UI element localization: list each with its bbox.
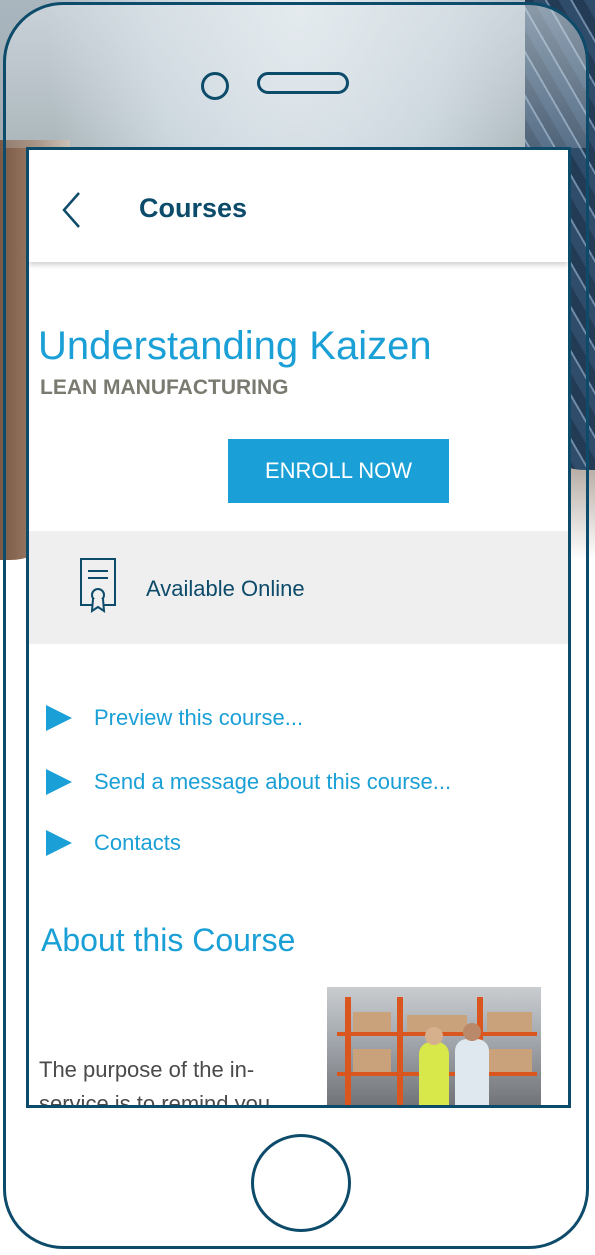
page-title: Courses	[139, 193, 248, 223]
camera-icon	[201, 72, 229, 100]
speaker-icon	[257, 72, 349, 94]
home-button[interactable]	[251, 1134, 351, 1232]
play-triangle-icon	[46, 830, 72, 856]
certificate-icon	[79, 557, 119, 615]
link-label: Preview this course...	[94, 705, 304, 730]
app-bar: Courses	[29, 150, 568, 262]
availability-text: Available Online	[146, 576, 305, 601]
course-title: Understanding Kaizen	[38, 324, 432, 368]
app-screen: Courses Understanding Kaizen LEAN MANUFA…	[26, 147, 571, 1108]
link-label: Send a message about this course...	[94, 769, 452, 794]
about-description: The purpose of the in-service is to remi…	[39, 1057, 271, 1108]
course-photo	[327, 987, 541, 1105]
enroll-now-button[interactable]: ENROLL NOW	[228, 439, 449, 503]
chevron-left-icon[interactable]	[59, 190, 89, 230]
about-section-title: About this Course	[41, 922, 296, 958]
preview-course-link[interactable]: Preview this course...	[46, 701, 303, 735]
play-triangle-icon	[46, 769, 72, 795]
play-triangle-icon	[46, 705, 72, 731]
contacts-link[interactable]: Contacts	[46, 826, 181, 860]
send-message-link[interactable]: Send a message about this course...	[46, 765, 451, 799]
link-label: Contacts	[94, 830, 181, 855]
availability-band: Available Online	[29, 531, 568, 644]
course-category: LEAN MANUFACTURING	[40, 376, 289, 399]
